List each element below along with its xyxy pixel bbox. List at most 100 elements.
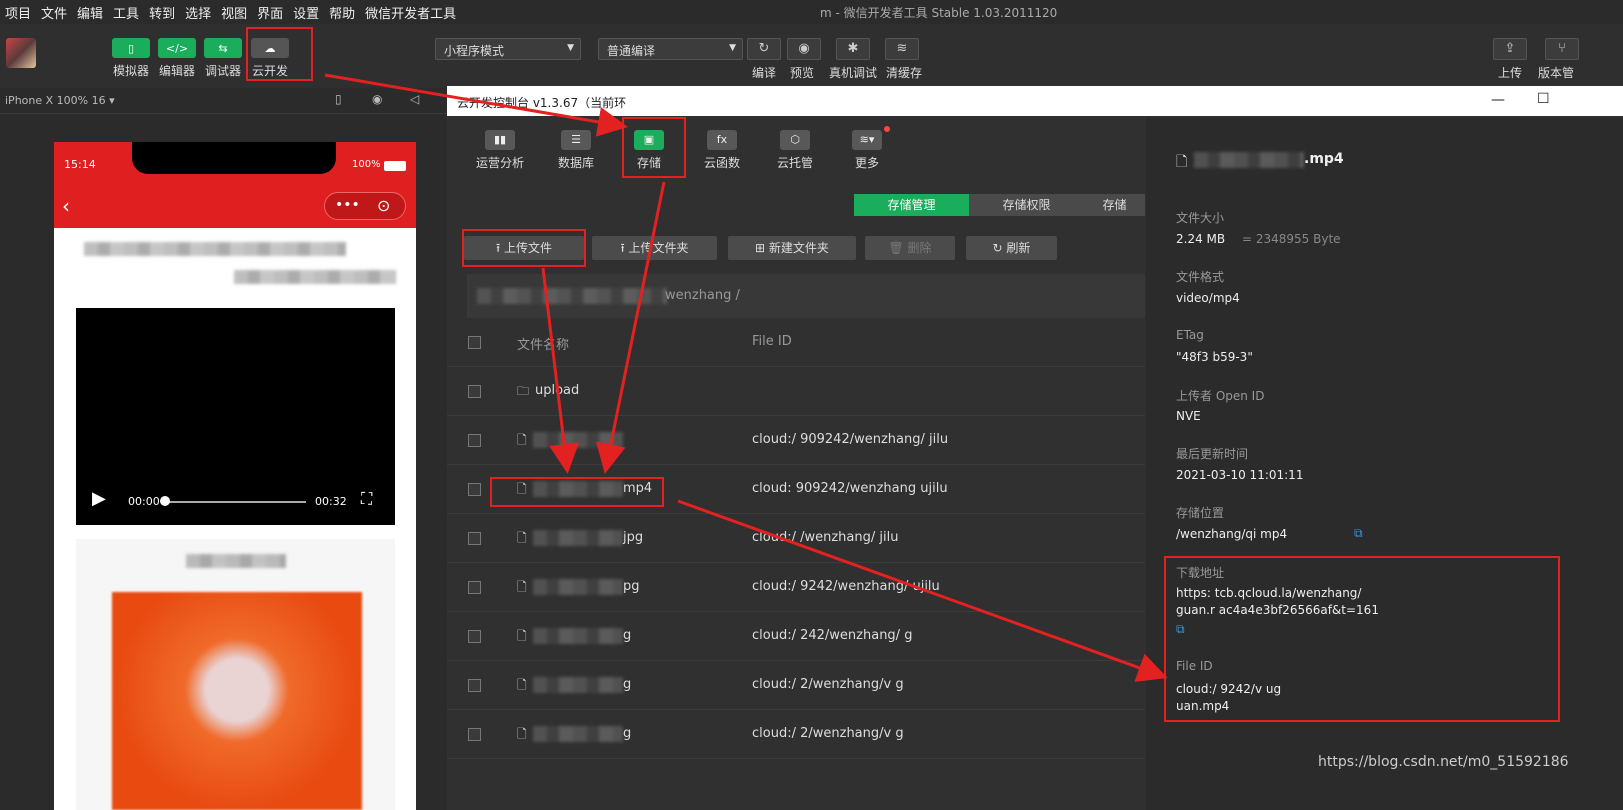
clear-cache-button[interactable]: ≋ [885,38,919,60]
size-label: 文件大小 [1176,211,1225,225]
row-fileid: cloud: 909242/wenzhang ujilu [752,481,948,496]
menu-item[interactable]: 帮助 [324,3,360,22]
phone-notch [132,142,336,174]
tab-storage-manage[interactable]: 存储管理 [854,194,969,216]
simulator-bar: iPhone X 100% 16 ▾ ▯ ◉ ◁ [0,88,447,114]
row-filename: g [623,628,632,643]
copy-icon[interactable]: ⧉ [1354,526,1363,541]
row-checkbox[interactable] [468,532,481,545]
table-row[interactable]: 🗋 jpg cloud:/ /wenzhang/ jilu [447,514,1145,563]
tab-storage-permission[interactable]: 存储权限 [969,194,1084,216]
column-name: 文件名称 [517,338,570,353]
trash-icon: 🗑 [888,241,908,255]
table-row[interactable]: 🗀 upload [447,367,1145,416]
video-duration: 00:32 [315,495,347,508]
video-current-time: 00:00 [128,495,160,508]
upload-file-button[interactable]: ⭱ 上传文件 [464,236,584,260]
format-value: video/mp4 [1176,291,1240,305]
table-row[interactable]: 🗋 g cloud:/ 2/wenzhang/v g [447,661,1145,710]
menu-item[interactable]: 工具 [108,3,144,22]
chevron-down-icon: ▼ [567,43,574,53]
nav-cloudrun[interactable]: ⬡ 云托管 [765,130,825,171]
location-value: /wenzhang/qi mp4 [1176,527,1288,541]
real-debug-button[interactable]: ✱ [836,38,870,60]
file-icon: 🗋 [517,727,527,741]
menu-item[interactable]: 设置 [288,3,324,22]
close-circle-icon[interactable]: ⊙ [377,196,390,215]
mode-select[interactable]: 小程序模式 ▼ [435,38,581,60]
row-checkbox[interactable] [468,385,481,398]
capsule-menu[interactable]: ••• ⊙ [324,192,406,220]
copy-icon[interactable]: ⧉ [1176,622,1185,637]
nav-database[interactable]: ☰ 数据库 [546,130,606,171]
row-checkbox[interactable] [468,434,481,447]
back-icon[interactable]: ‹ [62,194,70,218]
simulator-button[interactable]: ▯ 模拟器 [111,38,151,79]
etag-label: ETag [1176,328,1204,342]
editor-button[interactable]: </> 编辑器 [157,38,197,79]
menu-item[interactable]: 视图 [216,3,252,22]
row-checkbox[interactable] [468,483,481,496]
nav-functions[interactable]: fx 云函数 [692,130,752,171]
code-icon: </> [158,38,196,58]
preview-button[interactable]: ◉ [787,38,821,60]
table-row[interactable]: 🗋 pg cloud:/ 9242/wenzhang/ ujilu [447,563,1145,612]
compile-label: 编译 [752,66,777,80]
menu-item[interactable]: 项目 [0,3,36,22]
stop-icon[interactable]: ◉ [372,92,382,106]
compile-mode-select[interactable]: 普通编译 ▼ [598,38,743,60]
row-checkbox[interactable] [468,679,481,692]
phone-icon: ▯ [112,38,150,58]
cloud-button[interactable]: ☁ 云开发 [250,38,290,79]
menu-item[interactable]: 选择 [180,3,216,22]
nav-storage[interactable]: ▣ 存储 [619,130,679,171]
delete-button[interactable]: 🗑 删除 [865,236,955,260]
avatar[interactable] [6,38,36,68]
maximize-icon[interactable]: ☐ [1537,91,1550,107]
tab-storage-other[interactable]: 存储 [1084,194,1145,216]
upload-button[interactable]: ⇪ [1493,38,1527,60]
row-checkbox[interactable] [468,630,481,643]
debug-icon: ⇆ [204,38,242,58]
row-fileid: cloud:/ /wenzhang/ jilu [752,530,899,545]
menu-item[interactable]: 编辑 [72,3,108,22]
table-row[interactable]: 🗋 g cloud:/ 2/wenzhang/v g [447,710,1145,759]
debugger-button[interactable]: ⇆ 调试器 [203,38,243,79]
filename-blur [533,628,623,644]
refresh-button[interactable]: ↻ 刷新 [966,236,1057,260]
minimize-icon[interactable]: — [1491,92,1505,108]
table-row[interactable]: 🗋 mp4 cloud: 909242/wenzhang ujilu [447,465,1145,514]
new-folder-button[interactable]: ⊞ 新建文件夹 [728,236,856,260]
menu-item[interactable]: 文件 [36,3,72,22]
play-icon[interactable]: ▶ [92,488,106,509]
file-icon: 🗋 [517,433,527,447]
download-line-1: https: tcb.qcloud.la/wenzhang/ [1176,586,1362,600]
nav-analytics[interactable]: ▮▮ 运营分析 [470,130,530,171]
chart-icon: ▮▮ [485,130,515,150]
menu-item[interactable]: 界面 [252,3,288,22]
compile-button[interactable]: ↻ [747,38,781,60]
nav-more[interactable]: ≋▾ 更多 [837,130,897,171]
upload-folder-button[interactable]: ⭱ 上传文件夹 [592,236,717,260]
size-value: 2.24 MB [1176,232,1226,246]
row-checkbox[interactable] [468,581,481,594]
select-all-checkbox[interactable] [468,336,481,349]
menu-item[interactable]: 转到 [144,3,180,22]
table-row[interactable]: 🗋 g cloud:/ 242/wenzhang/ g [447,612,1145,661]
video-player[interactable]: ▶ 00:00 00:32 ⛶ [76,308,395,525]
progress-handle[interactable] [160,496,170,506]
phone-icon[interactable]: ▯ [335,92,342,106]
row-fileid: cloud:/ 242/wenzhang/ g [752,628,913,643]
more-dots-icon[interactable]: ••• [335,197,360,213]
volume-icon[interactable]: ◁ [410,92,419,106]
video-progress[interactable] [164,501,306,503]
menu-item[interactable]: 微信开发者工具 [360,3,461,22]
image-caption [186,554,286,568]
preview-label: 预览 [790,66,815,80]
row-checkbox[interactable] [468,728,481,741]
version-button[interactable]: ⑂ [1545,38,1579,60]
device-select[interactable]: iPhone X 100% 16 ▾ [5,94,115,107]
table-row[interactable]: 🗋 cloud:/ 909242/wenzhang/ jilu [447,416,1145,465]
upload-icon: ⭱ [620,241,629,255]
fullscreen-icon[interactable]: ⛶ [361,489,372,509]
